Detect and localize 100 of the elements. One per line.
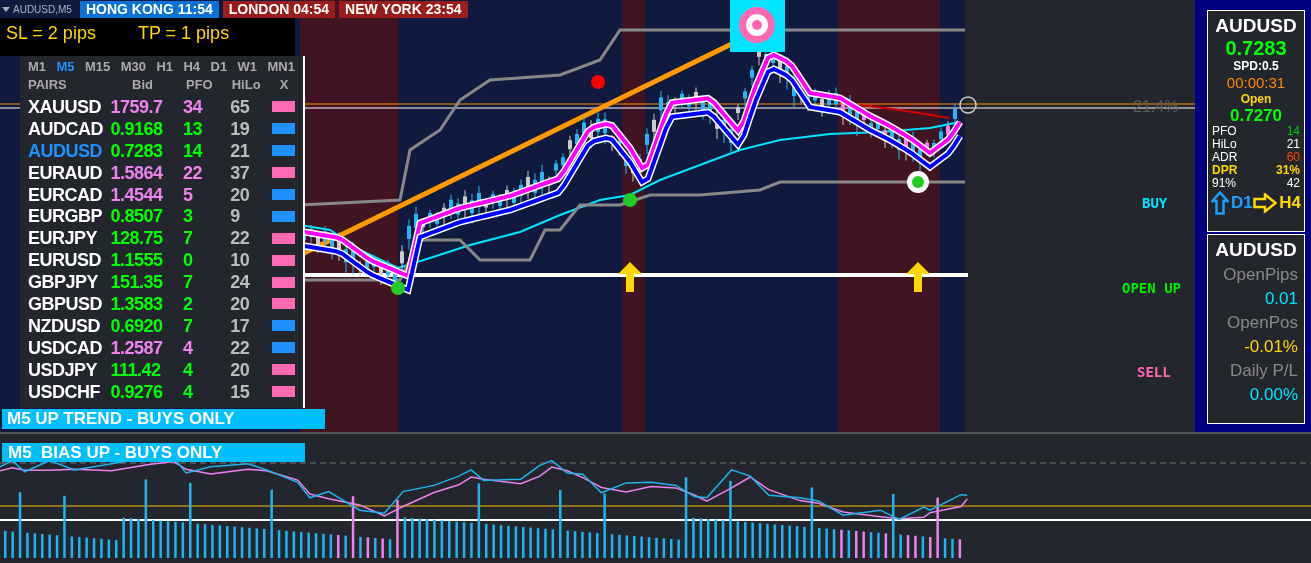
pfo-cell-text: 14 xyxy=(182,141,204,160)
pair-cell[interactable]: EURUSD xyxy=(28,251,105,270)
pair-cell[interactable]: EURAUD xyxy=(28,163,105,182)
bid-cell-text: 0.6920 xyxy=(109,316,164,335)
up-arrow-icon xyxy=(906,262,930,292)
timeframe-tab[interactable]: M5 xyxy=(56,57,75,74)
column-header: PAIRS xyxy=(28,76,68,95)
pair-cell[interactable]: USDJPY xyxy=(28,360,105,379)
stat-value: 14 xyxy=(1286,125,1300,138)
metric-label: OpenPips xyxy=(1222,264,1299,286)
timeframe-tab[interactable]: MN1 xyxy=(267,57,295,74)
setting-text: TP = 1 pips xyxy=(137,22,230,45)
hilo-cell-text: 21 xyxy=(229,141,251,160)
open-price: 0.7270 xyxy=(1230,106,1282,125)
pfo-cell-text: 5 xyxy=(182,185,194,204)
timeframe-tab[interactable]: M1 xyxy=(28,57,47,74)
bid-cell-text: 111.42 xyxy=(109,360,162,379)
pair-cell[interactable]: XAUUSD xyxy=(28,97,105,116)
bid-cell-text: 0.7283 xyxy=(109,141,164,160)
price-text: 0.7283 xyxy=(1225,37,1287,59)
pfo-cell-text: 3 xyxy=(182,207,194,226)
symbol-text: AUDUSD xyxy=(1215,239,1297,261)
column-header: PFO xyxy=(184,76,214,95)
metric-label: Daily P/L xyxy=(1228,360,1299,382)
pfo-cell-text: 34 xyxy=(182,97,204,116)
pfo-cell-text: 0 xyxy=(182,251,194,270)
open-label: Open xyxy=(1240,92,1272,106)
stat-value: 21 xyxy=(1286,138,1300,151)
spread-text: SPD:0.5 xyxy=(1233,59,1279,74)
hilo-cell-text: 22 xyxy=(229,338,251,357)
stat-label: ADR xyxy=(1212,151,1238,164)
pair-cell[interactable]: EURGBP xyxy=(28,207,105,226)
metric-label: OpenPos xyxy=(1226,312,1299,334)
dropdown-icon[interactable] xyxy=(2,6,10,12)
metric-value: 0.01 xyxy=(1263,288,1299,310)
symbol-text: AUDUSD xyxy=(1215,15,1297,37)
stat-label: DPR xyxy=(1212,164,1238,177)
pfo-cell-text: 7 xyxy=(182,316,194,335)
bid-cell-text: 1.5864 xyxy=(109,163,164,182)
pair-cell[interactable]: EURJPY xyxy=(28,229,105,248)
hilo-cell-text: 19 xyxy=(229,119,251,138)
pfo-cell-text: 4 xyxy=(182,338,194,357)
signal-dot xyxy=(591,75,605,89)
column-header: X xyxy=(278,76,290,95)
hilo-cell-text: 20 xyxy=(229,360,251,379)
pair-cell[interactable]: AUDCAD xyxy=(28,119,105,138)
signal-dot xyxy=(391,281,405,295)
bid-cell-text: 128.75 xyxy=(109,229,164,248)
bid-cell-text: 1759.7 xyxy=(109,97,164,116)
pfo-cell-text: 4 xyxy=(182,382,194,401)
timeframe-label: H4 xyxy=(1279,194,1301,212)
pair-cell[interactable]: EURCAD xyxy=(28,185,105,204)
bias-banner: M5 BIAS UP - BUYS ONLY xyxy=(2,443,305,462)
stat-label: PFO xyxy=(1212,125,1237,138)
column-header: HiLo xyxy=(230,76,262,95)
stat-value: 60 xyxy=(1286,151,1300,164)
signal-dot xyxy=(623,193,637,207)
target-icon xyxy=(730,0,785,52)
hilo-cell-text: 65 xyxy=(229,97,251,116)
signal-dot xyxy=(907,171,929,193)
pfo-cell-text: 22 xyxy=(182,163,204,182)
hilo-cell-text: 20 xyxy=(229,294,251,313)
hilo-cell-text: 37 xyxy=(229,163,251,182)
timeframe-tab[interactable]: H4 xyxy=(183,57,201,74)
metric-value: -0.01% xyxy=(1243,336,1299,358)
pfo-cell-text: 7 xyxy=(182,273,194,292)
timeframe-tab[interactable]: H1 xyxy=(156,57,174,74)
bid-cell-text: 1.3583 xyxy=(109,294,164,313)
pfo-cell-text: 13 xyxy=(182,119,204,138)
hilo-cell-text: 15 xyxy=(229,382,251,401)
signal-label: SELL xyxy=(1137,363,1171,382)
pair-cell[interactable]: NZDUSD xyxy=(28,316,105,335)
chart-symbol: AUDUSD,M5 xyxy=(13,2,72,17)
timeframe-tab[interactable]: M30 xyxy=(120,57,146,74)
pair-cell[interactable]: USDCAD xyxy=(28,338,105,357)
bid-cell-text: 0.8507 xyxy=(109,207,164,226)
bid-cell-text: 1.4544 xyxy=(109,185,164,204)
hilo-cell-text: 24 xyxy=(229,273,251,292)
pair-cell[interactable]: GBPJPY xyxy=(28,273,105,292)
hilo-cell-text: 9 xyxy=(229,207,241,226)
stat-label: 91% xyxy=(1212,177,1237,190)
column-header: Bid xyxy=(131,76,155,95)
right-arrow-icon xyxy=(1253,193,1278,213)
pfo-cell-text: 4 xyxy=(182,360,194,379)
pair-cell[interactable]: USDCHF xyxy=(28,382,105,401)
setting-text: SL = 2 pips xyxy=(6,22,96,45)
pair-cell[interactable]: AUDUSD xyxy=(28,141,105,160)
pair-cell[interactable]: GBPUSD xyxy=(28,294,105,313)
hilo-cell-text: 20 xyxy=(229,185,251,204)
bid-cell-text: 1.2587 xyxy=(109,338,164,357)
bid-cell-text: 0.9276 xyxy=(109,382,164,401)
hilo-cell-text: 22 xyxy=(229,229,251,248)
timer-text: 00:00:31 xyxy=(1226,74,1286,92)
timeframe-tab[interactable]: M15 xyxy=(84,57,111,74)
timeframe-tab[interactable]: D1 xyxy=(210,57,228,74)
stat-value: 31% xyxy=(1275,164,1300,177)
signal-label: OPEN UP xyxy=(1122,279,1181,298)
timeframe-tab[interactable]: W1 xyxy=(237,57,258,74)
pfo-cell-text: 2 xyxy=(182,294,194,313)
stat-value: 42 xyxy=(1286,177,1300,190)
